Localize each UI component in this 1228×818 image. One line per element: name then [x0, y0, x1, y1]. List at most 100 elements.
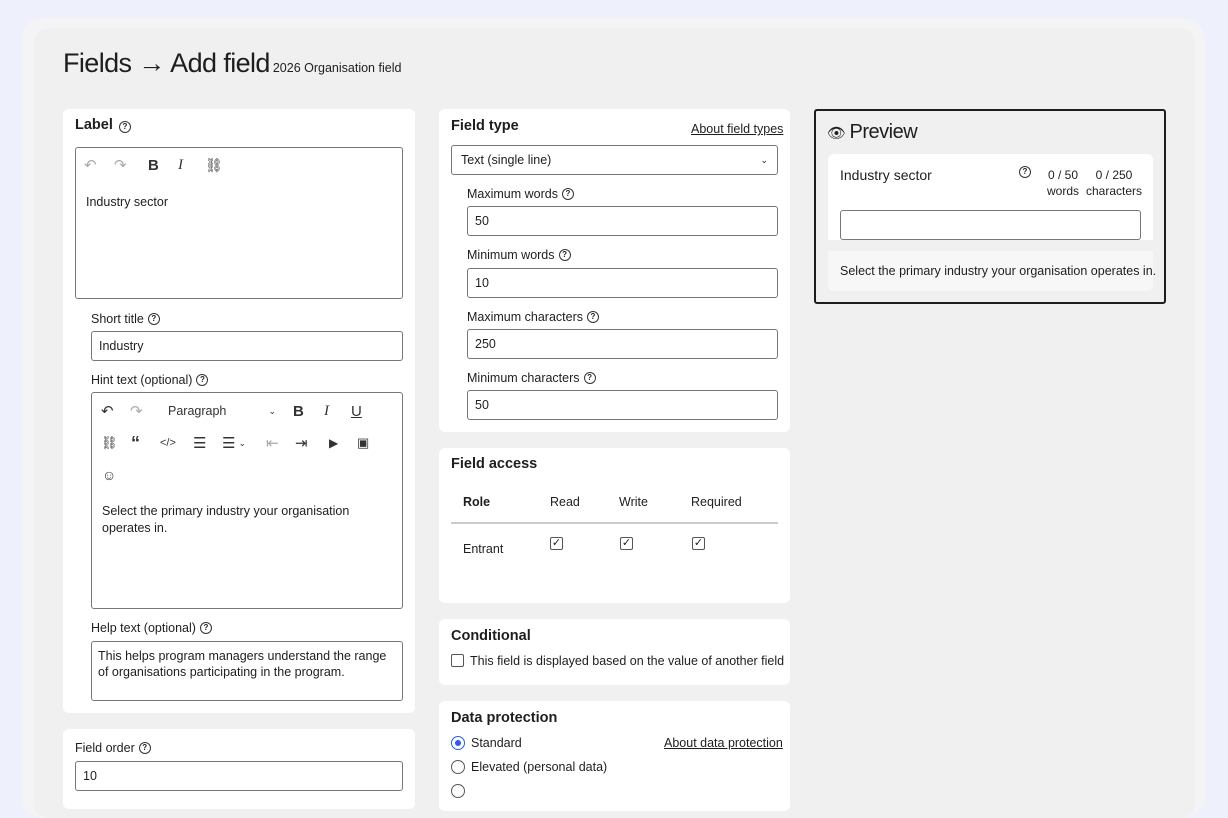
min-words-label: Minimum words?	[467, 248, 571, 262]
help-icon[interactable]: ?	[138, 742, 151, 754]
min-words-input[interactable]: 10	[467, 268, 778, 298]
radio-third-option[interactable]	[451, 784, 465, 798]
help-icon[interactable]: ?	[558, 249, 571, 261]
field-access-heading: Field access	[451, 456, 538, 472]
row-role-entrant: Entrant	[463, 542, 504, 556]
label-editor[interactable]: ↶ ↷ B I ⛓ Industry sector	[75, 147, 403, 299]
about-data-protection-link[interactable]: About data protection	[664, 736, 783, 750]
code-icon[interactable]: </>	[160, 433, 176, 453]
italic-icon[interactable]: I	[324, 401, 329, 421]
image-icon[interactable]: ▣	[357, 433, 369, 453]
required-checkbox[interactable]: ✓	[692, 537, 705, 550]
paragraph-select-value: Paragraph	[168, 404, 227, 418]
max-words-input[interactable]: 50	[467, 206, 778, 236]
label-heading: Label ?	[75, 117, 131, 133]
min-chars-label-text: Minimum characters	[467, 371, 580, 385]
label-heading-text: Label	[75, 117, 113, 133]
help-text-label-text: Help text (optional)	[91, 621, 196, 635]
preview-hint-text: Select the primary industry your organis…	[840, 264, 1157, 278]
help-icon[interactable]: ?	[196, 374, 209, 386]
column-read: Read	[550, 495, 580, 509]
numbered-list-icon[interactable]: ☰ ⌄	[222, 433, 246, 453]
help-text-label: Help text (optional)?	[91, 621, 212, 635]
short-title-label-text: Short title	[91, 312, 144, 326]
data-protection-heading: Data protection	[451, 710, 558, 726]
radio-elevated[interactable]	[451, 760, 465, 774]
bold-icon[interactable]: B	[293, 401, 304, 421]
read-checkbox[interactable]: ✓	[550, 537, 563, 550]
preview-words-count: 0 / 50	[1047, 168, 1079, 182]
preview-chars-unit: characters	[1085, 184, 1143, 198]
preview-words-unit: words	[1046, 184, 1079, 198]
page-subtitle: 2026 Organisation field	[272, 61, 402, 75]
help-icon[interactable]: ?	[118, 121, 131, 133]
video-icon[interactable]: ▶	[329, 433, 338, 453]
paragraph-select[interactable]: Paragraph ⌄	[168, 401, 276, 421]
conditional-checkbox[interactable]	[451, 654, 464, 667]
outdent-icon[interactable]: ⇤	[266, 433, 279, 453]
about-field-types-link[interactable]: About field types	[691, 122, 783, 136]
hint-text-editor[interactable]: ↶ ↷ Paragraph ⌄ B I U ⛓ “ </> ☰ ☰ ⌄ ⇤ ⇥ ▶ …	[91, 392, 403, 609]
hint-text-label: Hint text (optional)?	[91, 373, 209, 387]
breadcrumb-fields[interactable]: Fields	[63, 48, 132, 78]
preview-text-input[interactable]	[840, 210, 1141, 240]
link-icon[interactable]: ⛓	[101, 433, 118, 453]
column-role: Role	[463, 495, 491, 509]
bold-icon[interactable]: B	[148, 155, 159, 175]
redo-icon[interactable]: ↷	[114, 155, 127, 175]
underline-icon[interactable]: U	[351, 401, 362, 421]
breadcrumb-add-field: Add field	[170, 48, 270, 78]
help-text-input[interactable]: This helps program managers understand t…	[91, 641, 403, 701]
chevron-down-icon: ⌄	[268, 405, 276, 416]
preview-heading-text: Preview	[849, 121, 918, 143]
hint-text-content[interactable]: Select the primary industry your organis…	[102, 503, 394, 537]
quote-icon[interactable]: “	[131, 433, 140, 453]
max-words-label: Maximum words?	[467, 187, 574, 201]
page-title: Fields → Add field 2026 Organisation fiel…	[63, 48, 401, 79]
preview-heading: 👁 Preview	[827, 121, 918, 144]
write-checkbox[interactable]: ✓	[620, 537, 633, 550]
radio-standard-label[interactable]: Standard	[471, 736, 522, 750]
preview-field-label: Industry sector	[840, 167, 932, 183]
help-icon[interactable]: ?	[1019, 166, 1031, 178]
short-title-input[interactable]: Industry	[91, 331, 403, 361]
indent-icon[interactable]: ⇥	[295, 433, 308, 453]
breadcrumb-arrow: →	[138, 48, 165, 78]
column-required: Required	[691, 495, 742, 509]
min-chars-label: Minimum characters?	[467, 371, 596, 385]
max-words-label-text: Maximum words	[467, 187, 558, 201]
help-icon[interactable]: ?	[199, 622, 212, 634]
field-order-label: Field order?	[75, 741, 151, 755]
link-icon[interactable]: ⛓	[205, 155, 223, 175]
help-icon[interactable]: ?	[583, 372, 596, 384]
short-title-label: Short title?	[91, 312, 160, 326]
column-write: Write	[619, 495, 648, 509]
radio-standard[interactable]	[451, 736, 465, 750]
max-chars-input[interactable]: 250	[467, 329, 778, 359]
preview-word-counter: 0 / 50 words	[1040, 167, 1086, 199]
italic-icon[interactable]: I	[178, 155, 183, 175]
help-icon[interactable]: ?	[147, 313, 160, 325]
table-divider	[451, 522, 778, 524]
undo-icon[interactable]: ↶	[84, 155, 97, 175]
undo-icon[interactable]: ↶	[101, 401, 114, 421]
emoji-icon[interactable]: ☺	[102, 465, 116, 485]
field-type-select[interactable]: Text (single line) ⌄	[451, 145, 778, 175]
min-words-label-text: Minimum words	[467, 248, 555, 262]
chevron-down-icon: ⌄	[760, 154, 768, 165]
radio-elevated-label[interactable]: Elevated (personal data)	[471, 760, 607, 774]
field-order-input[interactable]: 10	[75, 761, 403, 791]
preview-chars-count: 0 / 250	[1095, 168, 1133, 182]
help-icon[interactable]: ?	[587, 311, 599, 323]
redo-icon[interactable]: ↷	[130, 401, 143, 421]
label-editor-content[interactable]: Industry sector	[86, 195, 168, 209]
conditional-checkbox-label[interactable]: This field is displayed based on the val…	[470, 654, 784, 668]
bullet-list-icon[interactable]: ☰	[193, 433, 206, 453]
field-order-label-text: Field order	[75, 741, 135, 755]
min-chars-input[interactable]: 50	[467, 390, 778, 420]
field-type-heading: Field type	[451, 118, 519, 134]
max-chars-label: Maximum characters?	[467, 310, 599, 324]
preview-char-counter: 0 / 250 characters	[1084, 167, 1144, 199]
help-icon[interactable]: ?	[562, 188, 574, 200]
help-text-content[interactable]: This helps program managers understand t…	[98, 648, 394, 680]
